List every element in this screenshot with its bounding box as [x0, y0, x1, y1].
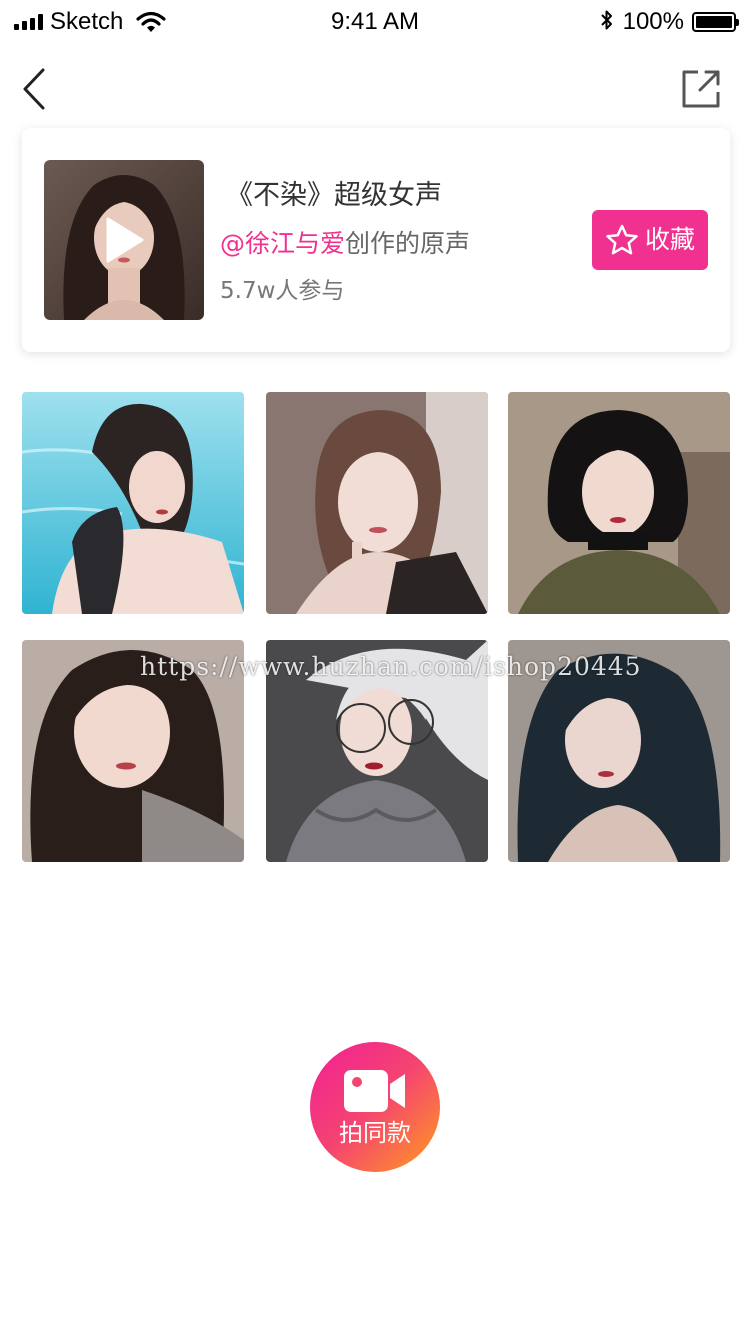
record-same-button[interactable]: 拍同款	[310, 1042, 440, 1172]
video-thumbnail[interactable]	[508, 392, 730, 614]
thumbnail-photo	[266, 392, 488, 614]
video-grid	[0, 0, 750, 900]
video-thumbnail[interactable]	[508, 640, 730, 862]
video-thumbnail[interactable]	[22, 392, 244, 614]
video-thumbnail[interactable]	[266, 640, 488, 862]
thumbnail-photo	[22, 640, 244, 862]
video-thumbnail[interactable]	[22, 640, 244, 862]
video-thumbnail[interactable]	[266, 392, 488, 614]
thumbnail-photo	[508, 640, 730, 862]
video-camera-icon	[344, 1070, 405, 1112]
record-label: 拍同款	[339, 1119, 411, 1147]
thumbnail-photo	[22, 392, 244, 614]
thumbnail-photo	[266, 640, 488, 862]
thumbnail-photo	[508, 392, 730, 614]
